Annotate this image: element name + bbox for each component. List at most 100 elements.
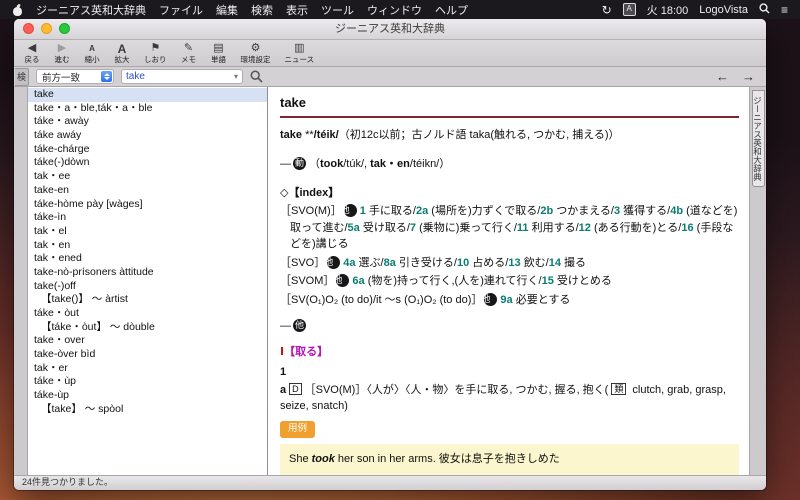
wordlist-item[interactable]: táke awáy: [28, 129, 267, 143]
sense-link[interactable]: 5a: [348, 222, 360, 234]
sense-link[interactable]: 15: [542, 275, 554, 287]
index-line: ［SVO(M)］他 1 手に取る/2a (場所を)力ずくで取る/2b つかまえる/…: [280, 203, 739, 253]
sense-link[interactable]: 2a: [416, 205, 428, 217]
sense-link[interactable]: 4b: [670, 205, 683, 217]
sense-link[interactable]: 8a: [384, 257, 396, 269]
menu-bar-extras: ↻ A 火 18:00 LogoVista ≡: [602, 2, 788, 18]
wordlist-item-label: táke awáy: [34, 129, 82, 142]
menu-item[interactable]: 編集: [216, 2, 238, 18]
left-tab-strip: [14, 87, 28, 475]
notification-center-icon[interactable]: ≡: [781, 4, 788, 16]
sense-link[interactable]: 4a: [343, 257, 355, 269]
sense-link[interactable]: 11: [517, 222, 529, 234]
sense-link[interactable]: 10: [457, 257, 469, 269]
text-segment: /téik/: [313, 128, 339, 141]
enlarge-button[interactable]: A 拡大: [114, 43, 130, 64]
zoom-button[interactable]: [59, 23, 70, 34]
wordlist-item[interactable]: táke・ùp: [28, 375, 267, 389]
wordlist-item-label: táke(-)dòwn: [34, 156, 90, 169]
toolbar-button-icon: ✎: [183, 42, 194, 55]
sense-link[interactable]: 9a: [500, 294, 512, 306]
wordlist-item[interactable]: take(-)off: [28, 280, 267, 294]
wordlist-item[interactable]: take-òver bìd: [28, 348, 267, 362]
sense-link[interactable]: 12: [579, 222, 591, 234]
input-source-icon[interactable]: A: [622, 3, 636, 16]
sense-link[interactable]: 16: [681, 222, 693, 234]
text-segment: 受けとめる: [553, 275, 612, 287]
forward-button[interactable]: ▶ 進む: [54, 43, 70, 64]
wordlist-item[interactable]: 【táke・òut】 ～ dòuble: [28, 321, 267, 335]
wordlist-item-label: take-òver bìd: [34, 348, 96, 361]
wordlist-item[interactable]: take・over: [28, 334, 267, 348]
match-mode-value: 前方一致: [42, 72, 81, 84]
bookmark-button[interactable]: ⚑ しおり: [144, 43, 167, 64]
search-input[interactable]: take ▾: [121, 69, 243, 84]
wordlist-item-label: take・over: [34, 334, 85, 347]
wordlist-item-label: táke-chárge: [34, 142, 90, 155]
text-segment: 類: [611, 382, 627, 395]
wordlist-item[interactable]: take-en: [28, 184, 267, 198]
sense-link[interactable]: 14: [549, 257, 561, 269]
wordlist-item[interactable]: 【take()】 ～ àrtist: [28, 293, 267, 307]
wordlist-item-label: táke-ìn: [34, 211, 67, 224]
wordlist-item[interactable]: take: [28, 88, 267, 102]
word-button[interactable]: ▤ 単語: [211, 43, 227, 64]
menu-item[interactable]: ファイル: [159, 2, 203, 18]
wordlist-item[interactable]: tak・el: [28, 225, 267, 239]
wordlist-item[interactable]: táke-ùp: [28, 389, 267, 403]
menu-bar-clock[interactable]: 火 18:00: [647, 2, 689, 18]
wordlist-item[interactable]: táke・awày: [28, 115, 267, 129]
wordlist-item-label: tak・er: [34, 361, 68, 374]
spotlight-icon[interactable]: [759, 2, 770, 17]
back-button[interactable]: ◀ 戻る: [24, 43, 40, 64]
wordlist-item[interactable]: táke・òut: [28, 307, 267, 321]
sense-link[interactable]: 13: [508, 257, 520, 269]
combo-arrow-icon[interactable]: ▾: [234, 72, 238, 81]
memo-button[interactable]: ✎ メモ: [181, 43, 197, 64]
toolbar-button-label: しおり: [144, 54, 167, 64]
wordlist-item[interactable]: táke-hòme pày [wàges]: [28, 198, 267, 212]
text-segment: (乗物に)乗って行く/: [416, 221, 517, 234]
wordlist-item-label: 【take()】 ～ àrtist: [41, 293, 128, 306]
dictionary-tab[interactable]: ジーニアス英和大辞典: [751, 90, 765, 187]
logovista-menu-item[interactable]: LogoVista: [699, 4, 748, 16]
search-results-list: take take・a・ble,ták・a・ble táke・awày táke…: [28, 87, 268, 475]
title-bar[interactable]: ジーニアス英和大辞典: [14, 19, 766, 40]
wordlist-item[interactable]: tak・ee: [28, 170, 267, 184]
match-mode-dropdown[interactable]: 前方一致: [36, 69, 114, 84]
wordlist-item[interactable]: take-nò-prísoners àttitude: [28, 266, 267, 280]
sense-link[interactable]: 2b: [540, 205, 553, 217]
apple-menu-icon[interactable]: [12, 3, 23, 16]
menu-item[interactable]: ウィンドウ: [367, 2, 422, 18]
text-segment: /túk/,: [343, 158, 371, 170]
text-segment: 他: [481, 292, 498, 306]
prev-entry-button[interactable]: ←: [716, 69, 729, 84]
window-title: ジーニアス英和大辞典: [335, 23, 445, 35]
preferences-button[interactable]: ⚙ 環境設定: [241, 43, 271, 64]
wordlist-item[interactable]: tak・en: [28, 239, 267, 253]
wordlist-item[interactable]: tak・er: [28, 362, 267, 376]
wordlist-item[interactable]: take・a・ble,ták・a・ble: [28, 102, 267, 116]
menu-item[interactable]: ジーニアス英和大辞典: [36, 2, 146, 18]
search-button[interactable]: [250, 70, 263, 83]
sense-link[interactable]: 6a: [352, 275, 364, 287]
wordlist-item[interactable]: 【take】 ～ spòol: [28, 403, 267, 417]
text-segment: （初12c以前；古ノルド語 taka(触れる, つかむ, 捕える)）: [338, 128, 620, 141]
wordlist-item[interactable]: táke-ìn: [28, 211, 267, 225]
close-button[interactable]: [23, 23, 34, 34]
wordlist-item[interactable]: táke(-)dòwn: [28, 156, 267, 170]
menu-item[interactable]: 表示: [286, 2, 308, 18]
sync-icon[interactable]: ↻: [602, 4, 612, 16]
shrink-button[interactable]: A 縮小: [84, 43, 100, 64]
minimize-button[interactable]: [41, 23, 52, 34]
wordlist-item-label: tak・ee: [34, 170, 71, 183]
text-segment: 手に取る/: [365, 205, 416, 217]
menu-item[interactable]: 検索: [251, 2, 273, 18]
wordlist-item[interactable]: táke-chárge: [28, 143, 267, 157]
wordlist-item[interactable]: tak・ened: [28, 252, 267, 266]
menu-item[interactable]: ヘルプ: [435, 2, 468, 18]
news-button[interactable]: ▥ ニュース: [285, 43, 315, 64]
next-entry-button[interactable]: →: [742, 69, 755, 84]
search-panel-tab[interactable]: 検: [15, 67, 29, 86]
menu-item[interactable]: ツール: [321, 2, 354, 18]
